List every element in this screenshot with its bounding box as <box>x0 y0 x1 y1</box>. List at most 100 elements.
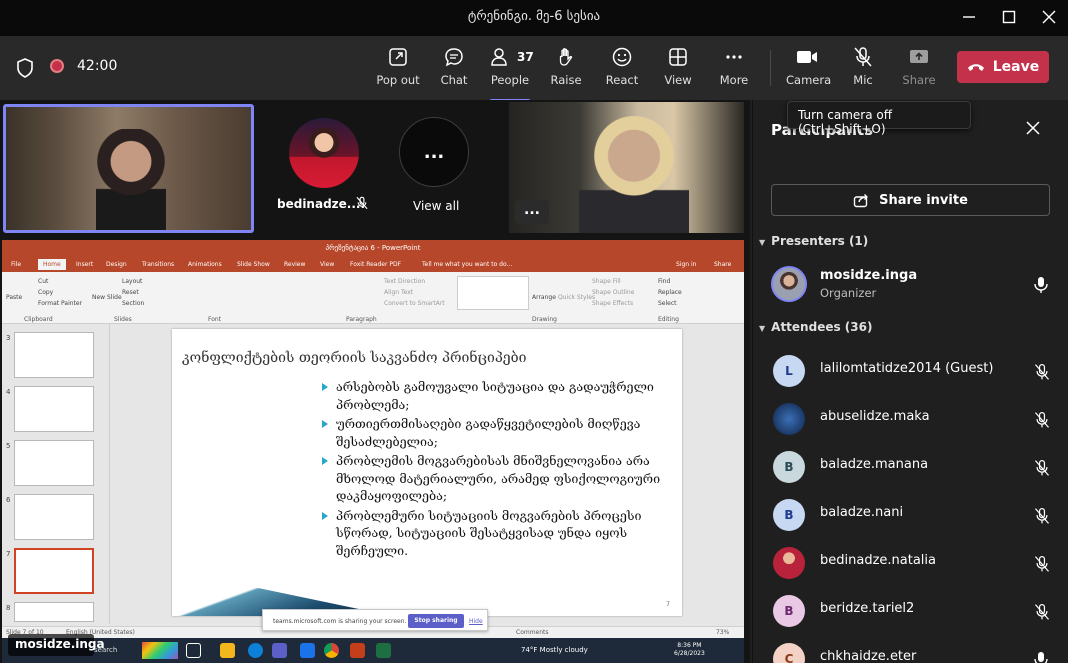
ppt-sign-in[interactable]: Sign in <box>676 261 696 268</box>
status-comments[interactable]: Comments <box>516 629 549 636</box>
participants-panel: Participants Share invite ▼Presenters (1… <box>752 100 1068 663</box>
taskbar-weather[interactable]: 74°F Mostly cloudy <box>521 646 588 654</box>
taskbar-clock[interactable]: 8:36 PM 6/28/2023 <box>674 642 705 658</box>
powerpoint-icon[interactable] <box>350 643 365 658</box>
slide-thumbnail[interactable] <box>14 602 94 622</box>
ppt-tab-transitions[interactable]: Transitions <box>142 261 174 268</box>
slide-thumbnail[interactable] <box>14 440 94 486</box>
people-button[interactable]: 37 People <box>488 46 534 102</box>
camera-button[interactable]: Camera <box>786 46 831 96</box>
react-button[interactable]: React <box>604 46 640 96</box>
ribbon-shape-outline[interactable]: Shape Outline <box>592 289 634 296</box>
minimize-button[interactable] <box>956 6 982 30</box>
participant-avatar[interactable] <box>289 118 359 188</box>
participant-name: baladze.nani <box>820 505 904 520</box>
slide-thumbnail[interactable] <box>14 494 94 540</box>
ribbon-copy[interactable]: Copy <box>38 289 53 296</box>
ribbon-quick-styles[interactable]: Quick Styles <box>558 294 595 301</box>
popout-button[interactable]: Pop out <box>376 46 420 96</box>
ppt-tab-slideshow[interactable]: Slide Show <box>237 261 270 268</box>
raise-hand-button[interactable]: Raise <box>548 46 584 96</box>
mail-icon[interactable] <box>300 643 315 658</box>
shared-screen: პრეზენტაცია 6 - PowerPoint File Home Ins… <box>2 240 744 663</box>
participant-row[interactable]: bedinadze.natalia <box>771 545 1061 585</box>
mic-off-icon <box>1034 460 1050 476</box>
teams-icon[interactable] <box>272 643 287 658</box>
chat-button[interactable]: Chat <box>436 46 472 96</box>
shield-icon[interactable] <box>16 58 34 78</box>
slide-thumbnail[interactable] <box>14 332 94 378</box>
file-explorer-icon[interactable] <box>220 643 235 658</box>
participant-row[interactable]: C chkhaidze.eter <box>771 641 1061 663</box>
participant-row[interactable]: mosidze.inga Organizer <box>771 266 1061 306</box>
excel-icon[interactable] <box>376 643 391 658</box>
ribbon-shape-fill[interactable]: Shape Fill <box>592 278 621 285</box>
ribbon-find[interactable]: Find <box>658 278 670 285</box>
thumb-number: 8 <box>6 604 11 612</box>
thumb-number: 3 <box>6 334 11 342</box>
ppt-tab-view[interactable]: View <box>320 261 334 268</box>
leave-button[interactable]: Leave <box>957 51 1049 83</box>
ribbon-text-direction[interactable]: Text Direction <box>384 278 425 285</box>
ppt-tab-animations[interactable]: Animations <box>188 261 222 268</box>
react-label: React <box>605 73 639 87</box>
ribbon-smartart[interactable]: Convert to SmartArt <box>384 300 445 307</box>
edge-icon[interactable] <box>248 643 263 658</box>
ribbon-group-font: Font <box>208 316 222 323</box>
slide-thumbnails: 3 4 5 6 7 8 <box>2 324 110 624</box>
ribbon-replace[interactable]: Replace <box>658 289 682 296</box>
ribbon-shapes-gallery[interactable] <box>457 276 529 310</box>
close-window-button[interactable] <box>1036 6 1062 30</box>
view-button[interactable]: View <box>660 46 696 96</box>
presenters-header[interactable]: ▼ Presenters (1) <box>759 234 868 248</box>
ribbon-arrange[interactable]: Arrange <box>532 294 556 301</box>
hide-banner-link[interactable]: Hide <box>469 618 483 625</box>
speaker-video-tile[interactable] <box>3 104 254 233</box>
ppt-share[interactable]: Share <box>714 261 731 268</box>
mic-off-icon <box>854 47 872 67</box>
ppt-tab-design[interactable]: Design <box>106 261 127 268</box>
ribbon-reset[interactable]: Reset <box>122 289 139 296</box>
ribbon-cut[interactable]: Cut <box>38 278 48 285</box>
ribbon-section[interactable]: Section <box>122 300 144 307</box>
ribbon-paste[interactable]: Paste <box>6 294 22 301</box>
ppt-tab-home[interactable]: Home <box>38 259 66 270</box>
slide-thumbnail[interactable] <box>14 386 94 432</box>
participant-row[interactable]: abuselidze.maka <box>771 401 1061 441</box>
ribbon-new-slide[interactable]: New Slide <box>92 294 122 301</box>
slide-thumbnail-selected[interactable] <box>14 548 94 594</box>
attendees-header[interactable]: ▼ Attendees (36) <box>759 320 872 334</box>
maximize-button[interactable] <box>996 6 1022 30</box>
participant-row[interactable]: L lalilomtatidze2014 (Guest) <box>771 353 1061 393</box>
ribbon-format-painter[interactable]: Format Painter <box>38 300 82 307</box>
participant-name: baladze.manana <box>820 457 929 472</box>
participant-name: chkhaidze.eter <box>820 649 917 663</box>
ribbon-align-text[interactable]: Align Text <box>384 289 413 296</box>
ribbon-layout[interactable]: Layout <box>122 278 142 285</box>
ppt-tab-insert[interactable]: Insert <box>76 261 93 268</box>
share-button[interactable]: Share <box>902 46 936 96</box>
ppt-tell-me[interactable]: Tell me what you want to do... <box>422 261 512 268</box>
ppt-tab-file[interactable]: File <box>11 261 21 268</box>
mic-on-icon <box>1034 277 1048 293</box>
share-invite-button[interactable]: Share invite <box>771 184 1050 216</box>
view-all-button[interactable]: ... <box>399 117 469 187</box>
close-icon[interactable] <box>1025 120 1041 136</box>
tile-more-button[interactable]: ... <box>515 200 549 224</box>
participant-row[interactable]: B baladze.manana <box>771 449 1061 489</box>
mic-off-icon <box>1034 556 1050 572</box>
chrome-icon[interactable] <box>324 643 339 658</box>
presenters-header-label: Presenters (1) <box>771 234 869 248</box>
ribbon-select[interactable]: Select <box>658 300 677 307</box>
more-button[interactable]: More <box>716 46 752 96</box>
current-slide[interactable]: კონფლიქტების თეორიის საკვანძო პრინციპები… <box>172 329 682 616</box>
ribbon-shape-effects[interactable]: Shape Effects <box>592 300 633 307</box>
stop-sharing-button[interactable]: Stop sharing <box>408 614 464 628</box>
participant-row[interactable]: B baladze.nani <box>771 497 1061 537</box>
mic-button[interactable]: Mic <box>846 46 880 96</box>
status-zoom[interactable]: 73% <box>716 629 729 636</box>
participant-row[interactable]: B beridze.tariel2 <box>771 593 1061 633</box>
ppt-tab-foxit[interactable]: Foxit Reader PDF <box>350 261 401 268</box>
task-view-icon[interactable] <box>186 643 201 658</box>
ppt-tab-review[interactable]: Review <box>284 261 305 268</box>
